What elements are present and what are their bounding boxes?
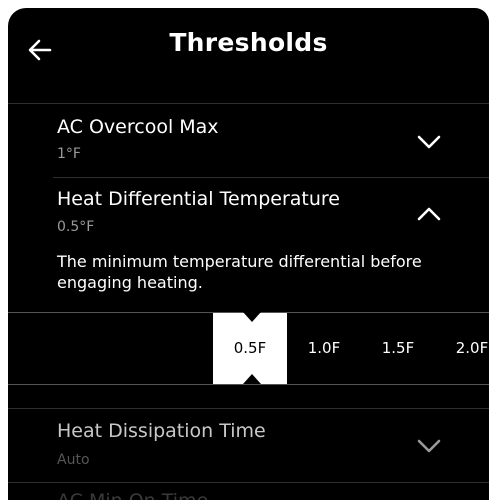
setting-value: 0.5°F [57,219,95,235]
header: Thresholds [8,8,489,96]
setting-description: The minimum temperature differential bef… [57,252,422,292]
divider [8,408,489,409]
chevron-up-icon[interactable] [416,206,442,222]
setting-label: Heat Dissipation Time [57,420,266,442]
selection-indicator-top [243,312,261,322]
setting-value: Auto [57,452,90,468]
divider [8,103,489,104]
option-1-0f[interactable]: 1.0F [287,312,361,384]
setting-label: Heat Differential Temperature [57,188,340,210]
divider [8,482,489,483]
thresholds-screen: Thresholds AC Overcool Max 1°F Heat Diff… [8,8,489,500]
setting-row-ac-min-on-time[interactable]: AC Min On Time [57,490,208,500]
option-1-5f[interactable]: 1.5F [361,312,435,384]
selection-indicator-bottom [243,374,261,384]
chevron-down-icon[interactable] [416,134,442,150]
picker-bottom-line [8,384,489,385]
divider [53,177,489,178]
chevron-down-icon[interactable] [416,438,442,454]
option-2-0f[interactable]: 2.0F [435,312,489,384]
page-title: Thresholds [169,28,328,57]
setting-value: 1°F [57,146,81,162]
setting-label: AC Overcool Max [57,116,219,138]
